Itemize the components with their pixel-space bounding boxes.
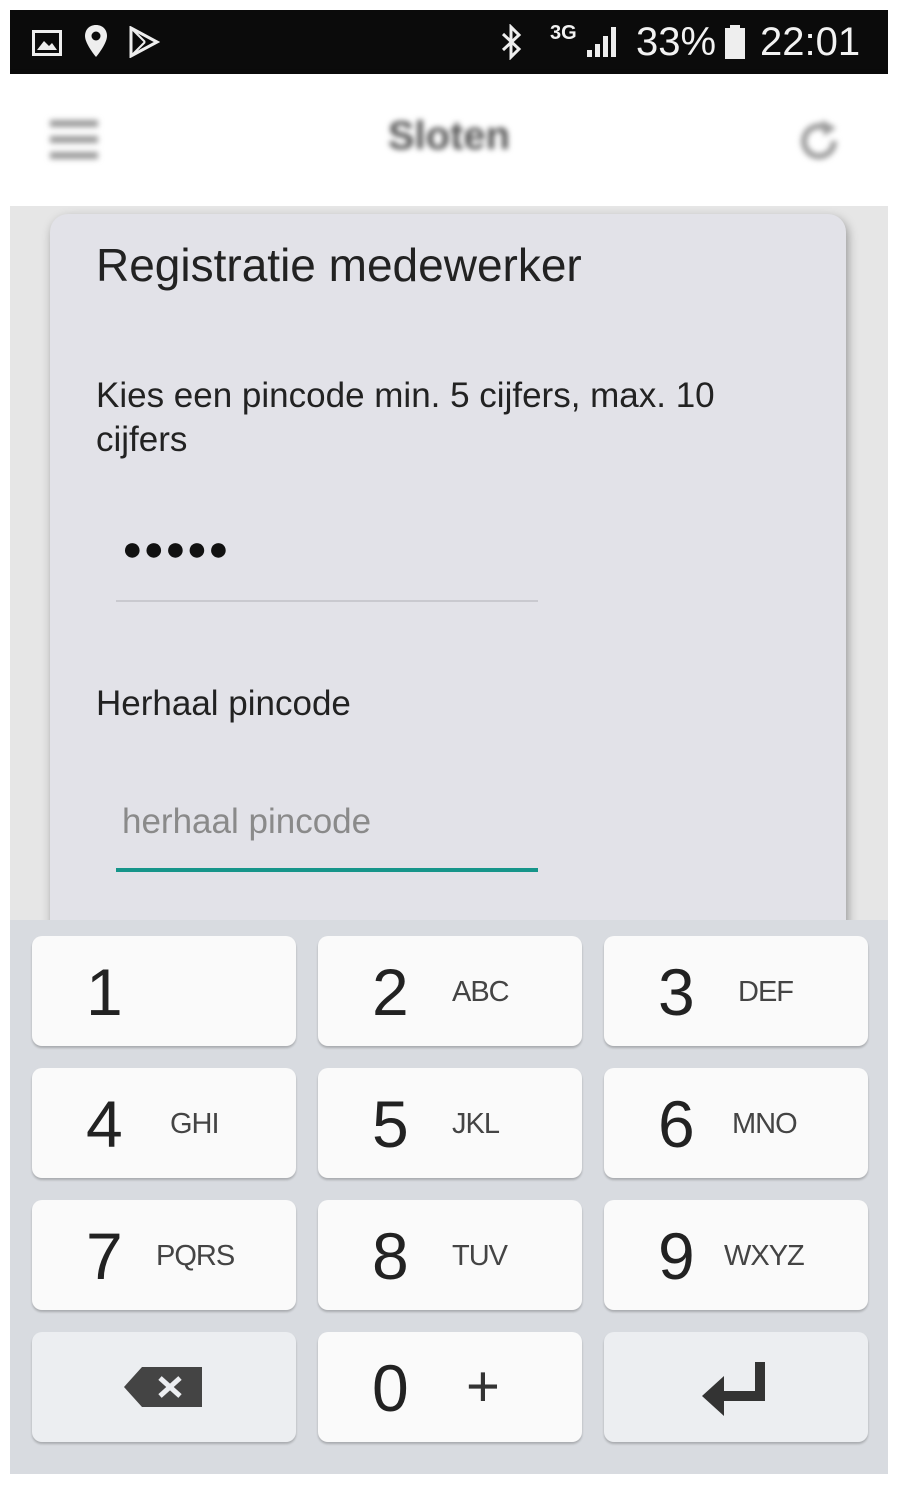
- network-type: 3G: [550, 22, 577, 44]
- repeat-pincode-field[interactable]: [116, 796, 538, 872]
- registration-dialog: Registratie medewerker Kies een pincode …: [50, 214, 846, 954]
- key-digit: 4: [86, 1087, 123, 1161]
- key-digit: 3: [658, 955, 695, 1029]
- dialog-message: Kies een pincode min. 5 cijfers, max. 10…: [96, 376, 715, 459]
- key-digit: 6: [658, 1087, 695, 1161]
- key-letters: DEF: [738, 976, 794, 1008]
- dialog-title: Registratie medewerker: [96, 239, 582, 291]
- key-digit: 8: [372, 1219, 409, 1293]
- image-icon: [32, 30, 62, 56]
- key-1[interactable]: 1: [32, 936, 296, 1046]
- play-store-icon: [129, 26, 160, 58]
- bluetooth-icon: [501, 24, 522, 60]
- pincode-value: ●●●●●: [122, 530, 230, 568]
- app-bar: Sloten: [10, 74, 888, 206]
- key-letters: JKL: [452, 1108, 500, 1140]
- clock: 22:01: [760, 20, 861, 64]
- backspace-icon: [124, 1367, 202, 1407]
- key-digit: 9: [658, 1219, 695, 1293]
- key-letters: TUV: [452, 1240, 508, 1272]
- key-digit: 0: [372, 1351, 409, 1425]
- status-bar: 3G 33% 22:01: [10, 10, 888, 74]
- key-7[interactable]: 7 PQRS: [32, 1200, 296, 1310]
- key-0[interactable]: 0 +: [318, 1332, 582, 1442]
- phone-screen: 3G 33% 22:01 Sloten Registratie medewerk…: [10, 10, 888, 1474]
- repeat-pincode-label: Herhaal pincode: [96, 684, 351, 723]
- key-letters: GHI: [170, 1108, 220, 1140]
- repeat-pincode-input[interactable]: [122, 802, 532, 842]
- key-digit: 5: [372, 1087, 409, 1161]
- key-digit: 1: [86, 955, 123, 1029]
- key-digit: 2: [372, 955, 409, 1029]
- key-5[interactable]: 5 JKL: [318, 1068, 582, 1178]
- backspace-key[interactable]: [32, 1332, 296, 1442]
- key-letters: ABC: [452, 976, 510, 1008]
- key-letters: MNO: [732, 1108, 798, 1140]
- numeric-keyboard: 1 2 ABC 3 DEF 4 GHI 5 JKL 6 MNO 7 PQRS 8: [10, 920, 888, 1474]
- key-9[interactable]: 9 WXYZ: [604, 1200, 868, 1310]
- battery-percent: 33%: [636, 20, 717, 64]
- location-pin-icon: [85, 25, 107, 57]
- key-letters: PQRS: [156, 1240, 235, 1272]
- enter-key[interactable]: [604, 1332, 868, 1442]
- signal-icon: [587, 27, 616, 57]
- key-8[interactable]: 8 TUV: [318, 1200, 582, 1310]
- key-plus: +: [466, 1354, 500, 1419]
- key-digit: 7: [86, 1219, 123, 1293]
- app-title: Sloten: [387, 114, 511, 158]
- enter-icon: [702, 1362, 765, 1416]
- key-2[interactable]: 2 ABC: [318, 936, 582, 1046]
- key-4[interactable]: 4 GHI: [32, 1068, 296, 1178]
- key-6[interactable]: 6 MNO: [604, 1068, 868, 1178]
- key-letters: WXYZ: [724, 1240, 805, 1272]
- refresh-icon[interactable]: [796, 118, 842, 164]
- battery-icon: [725, 25, 745, 59]
- pincode-field[interactable]: ●●●●●: [116, 524, 538, 602]
- key-3[interactable]: 3 DEF: [604, 936, 868, 1046]
